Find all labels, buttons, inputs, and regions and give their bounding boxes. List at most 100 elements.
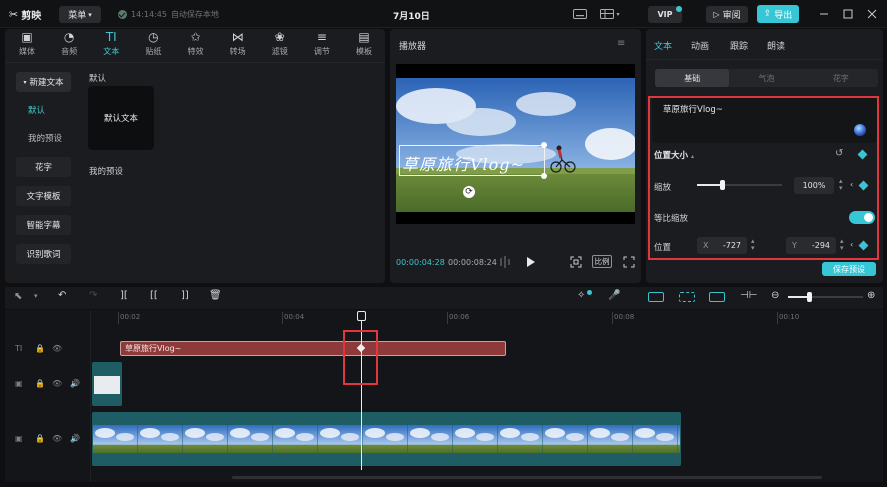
chevron-down-icon: ▾ [616, 10, 620, 18]
horizontal-scrollbar[interactable] [232, 476, 822, 479]
close-icon[interactable] [866, 8, 878, 20]
delete-icon[interactable]: 🗑 [209, 290, 222, 301]
tab-filter[interactable]: ❀ 滤镜 [264, 29, 296, 60]
inspector-subtabs: 基础 气泡 花字 [655, 69, 878, 87]
eye-icon[interactable]: 👁 [52, 434, 62, 443]
effects-icon: ✩ [190, 30, 201, 44]
auto-snap-icon[interactable] [679, 292, 695, 302]
tab-adjust[interactable]: ≡ 调节 [306, 29, 338, 60]
undo-icon[interactable]: ↶ [58, 290, 66, 301]
tab-media[interactable]: ▣ 媒体 [11, 29, 43, 60]
fullscreen-icon[interactable] [623, 256, 635, 268]
save-preset-button[interactable]: 保存预设 [822, 262, 876, 276]
tab-text-properties[interactable]: 文本 [654, 39, 672, 52]
maximize-icon[interactable] [842, 8, 854, 20]
sidebar-item-fancy[interactable]: 花字 [16, 157, 71, 177]
review-label: 审阅 [722, 11, 741, 21]
preview-axis-icon[interactable] [709, 292, 725, 302]
filter-icon: ❀ [274, 30, 285, 44]
main-video-clip[interactable] [92, 412, 681, 466]
review-button[interactable]: ▷ 审阅 [706, 6, 748, 23]
menu-label: 菜单 [68, 11, 87, 21]
handle-bottom-right[interactable] [541, 173, 547, 179]
split-left-icon[interactable]: [[ [150, 290, 158, 301]
tab-sticker[interactable]: ◷ 贴纸 [137, 29, 169, 60]
minimize-icon[interactable] [818, 8, 830, 20]
review-icon: ▷ [713, 10, 720, 19]
ratio-button[interactable]: 比例 [592, 255, 612, 268]
check-icon [118, 10, 127, 19]
rotate-handle-icon[interactable]: ⟳ [463, 186, 475, 198]
default-text-card[interactable]: 默认文本 [88, 86, 154, 150]
link-main-track-icon[interactable] [648, 292, 664, 302]
ruler-label: 00:04 [284, 313, 305, 321]
redo-icon[interactable]: ↷ [89, 290, 97, 301]
playhead-handle[interactable] [357, 311, 366, 321]
zoom-slider-knob[interactable] [806, 292, 812, 302]
sidebar-item-my-presets[interactable]: 我的预设 [16, 128, 71, 148]
player-title: 播放器 [399, 42, 427, 52]
lock-icon[interactable]: 🔒 [35, 379, 45, 388]
tab-animation[interactable]: 动画 [691, 39, 709, 52]
app-logo: ✂ 剪映 [9, 7, 41, 22]
split-icon[interactable]: ][ [120, 290, 128, 301]
sidebar-item-smart-caption[interactable]: 智能字幕 [16, 215, 71, 235]
caret-icon: ▾ [23, 78, 27, 86]
main-track-icon: ▣ [15, 434, 23, 443]
player-menu-icon[interactable]: ≡ [617, 38, 625, 49]
speaker-icon[interactable]: 🔊 [70, 379, 80, 388]
lock-icon[interactable]: 🔒 [35, 344, 45, 353]
split-right-icon[interactable]: ]] [181, 290, 189, 301]
save-status: 14:14:45 自动保存本地 [118, 9, 219, 20]
sticker-icon: ◷ [148, 30, 159, 44]
subtab-basic[interactable]: 基础 [655, 69, 730, 87]
tab-audio[interactable]: ◔ 音频 [53, 29, 85, 60]
cursor-icon[interactable]: ⬉ [14, 291, 22, 302]
lock-icon[interactable]: 🔒 [35, 434, 45, 443]
text-track-icon: TI [15, 344, 23, 353]
audio-icon: ◔ [63, 30, 75, 44]
logo-icon: ✂ [9, 8, 19, 21]
sidebar-item-lyrics[interactable]: 识别歌词 [16, 244, 71, 264]
ai-magic-icon[interactable]: ✧ [577, 290, 585, 301]
eye-icon[interactable]: 👁 [52, 379, 62, 388]
template-icon: ▤ [358, 30, 370, 44]
split-view-icon[interactable]: ⊣⊢ [740, 290, 757, 301]
tab-template[interactable]: ▤ 模板 [348, 29, 380, 60]
tab-tracking[interactable]: 跟踪 [730, 39, 748, 52]
subtab-fancy[interactable]: 花字 [804, 69, 878, 87]
speaker-icon[interactable]: 🔊 [70, 434, 80, 443]
eye-icon[interactable]: 👁 [52, 344, 62, 353]
tab-read-aloud[interactable]: 朗读 [767, 39, 785, 52]
video-track-icon: ▣ [15, 379, 23, 388]
ruler-label: 00:08 [614, 313, 635, 321]
chevron-down-icon[interactable]: ▾ [34, 292, 38, 300]
keyboard-icon[interactable] [571, 7, 589, 21]
play-button[interactable] [526, 256, 536, 268]
handle-top-right[interactable] [541, 142, 547, 148]
text-clip-label: 草原旅行Vlog~ [125, 344, 182, 353]
menu-button[interactable]: 菜单 ▾ [59, 6, 101, 23]
overlay-video-clip[interactable] [92, 362, 122, 406]
export-label: 导出 [774, 10, 793, 21]
microphone-icon[interactable]: 🎤 [608, 290, 620, 301]
subtab-bubble[interactable]: 气泡 [729, 69, 803, 87]
ai-dot [587, 290, 592, 295]
video-preview[interactable]: 草原旅行Vlog~ ⟳ [396, 64, 635, 224]
media-tabs: ▣ 媒体 ◔ 音频 TI 文本 ◷ 贴纸 ✩ 特效 ⋈ 转场 ❀ 滤镜 ≡ 调节… [8, 29, 383, 60]
zoom-slider[interactable] [788, 292, 863, 302]
zoom-in-icon[interactable]: ⊕ [867, 290, 875, 301]
zoom-out-icon[interactable]: ⊖ [771, 290, 779, 301]
export-button[interactable]: ⇪ 导出 [757, 5, 799, 23]
sidebar-item-new-text[interactable]: ▾ 新建文本 [16, 72, 71, 92]
tab-transition[interactable]: ⋈ 转场 [222, 29, 254, 60]
sidebar-item-default[interactable]: 默认 [16, 100, 71, 120]
text-clip[interactable]: 草原旅行Vlog~ [120, 341, 506, 356]
overlay-thumbnail [94, 376, 120, 394]
tab-text[interactable]: TI 文本 [95, 29, 127, 60]
tab-effects[interactable]: ✩ 特效 [180, 29, 212, 60]
fullscreen-crop-icon[interactable] [570, 256, 582, 268]
layout-icon[interactable]: ▾ [598, 7, 622, 21]
sidebar-item-text-template[interactable]: 文字模板 [16, 186, 71, 206]
inspector-divider [646, 59, 883, 60]
